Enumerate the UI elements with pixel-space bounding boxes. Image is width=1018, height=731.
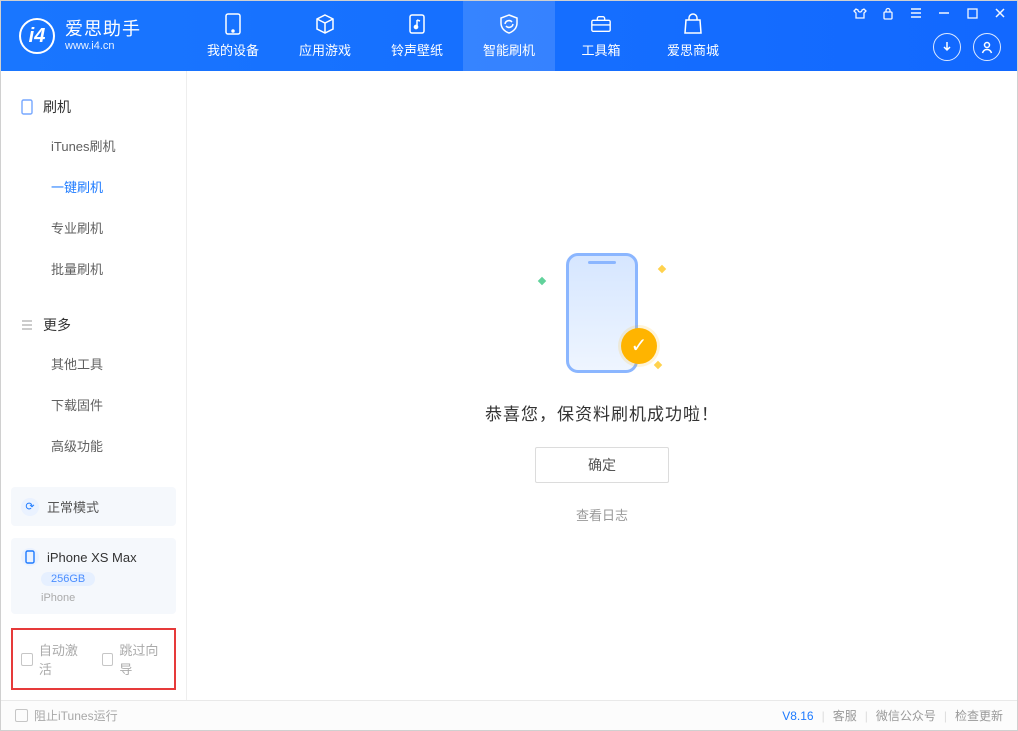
sidebar-item-oneclick-flash[interactable]: 一键刷机 [1,166,186,207]
device-name: iPhone XS Max [47,550,137,565]
top-nav: 我的设备 应用游戏 铃声壁纸 智能刷机 工具箱 爱思商城 [187,1,739,71]
wechat-link[interactable]: 微信公众号 [876,707,936,724]
option-auto-activate[interactable]: 自动激活 [21,640,86,678]
checkbox-icon[interactable] [15,709,28,722]
sidebar-item-itunes-flash[interactable]: iTunes刷机 [1,125,186,166]
nav-label: 我的设备 [207,40,259,59]
music-file-icon [406,13,428,35]
menu-icon[interactable] [905,3,927,23]
lock-icon[interactable] [877,3,899,23]
option-skip-guide[interactable]: 跳过向导 [102,640,167,678]
maximize-button[interactable] [961,3,983,23]
titlebar-right-actions [933,33,1001,61]
app-title: 爱思助手 [65,19,141,40]
phone-outline-icon [21,99,35,115]
minimize-button[interactable] [933,3,955,23]
sidebar: 刷机 iTunes刷机 一键刷机 专业刷机 批量刷机 更多 其他工具 下载固件 … [1,71,187,700]
nav-toolbox[interactable]: 工具箱 [555,1,647,71]
nav-label: 爱思商城 [667,40,719,59]
title-bar: i4 爱思助手 www.i4.cn 我的设备 应用游戏 铃声壁纸 智能刷机 工具… [1,1,1017,71]
download-button[interactable] [933,33,961,61]
view-log-link[interactable]: 查看日志 [576,505,628,524]
mode-icon: ⟳ [21,498,39,516]
sidebar-item-pro-flash[interactable]: 专业刷机 [1,207,186,248]
nav-my-device[interactable]: 我的设备 [187,1,279,71]
tshirt-icon[interactable] [849,3,871,23]
version-label: V8.16 [782,709,813,723]
device-capacity-badge: 256GB [41,572,95,586]
nav-label: 铃声壁纸 [391,40,443,59]
sidebar-item-batch-flash[interactable]: 批量刷机 [1,248,186,289]
nav-apps-games[interactable]: 应用游戏 [279,1,371,71]
check-update-link[interactable]: 检查更新 [955,707,1003,724]
app-subtitle: www.i4.cn [65,40,141,53]
main-content: ✓ 恭喜您，保资料刷机成功啦！ 确定 查看日志 [187,71,1017,700]
shield-refresh-icon [498,13,520,35]
user-account-button[interactable] [973,33,1001,61]
checkbox-icon[interactable] [21,653,33,666]
option-label: 跳过向导 [119,640,166,678]
confirm-button[interactable]: 确定 [535,447,669,483]
sidebar-item-download-firmware[interactable]: 下载固件 [1,384,186,425]
footer-bar: 阻止iTunes运行 V8.16 | 客服 | 微信公众号 | 检查更新 [1,700,1017,730]
nav-label: 应用游戏 [299,40,351,59]
cube-icon [314,13,336,35]
checkbox-icon[interactable] [102,653,114,666]
sidebar-section-flash[interactable]: 刷机 [1,89,186,125]
support-link[interactable]: 客服 [833,707,857,724]
list-icon [21,319,35,331]
flash-options-highlight: 自动激活 跳过向导 [11,628,176,690]
brand-block: i4 爱思助手 www.i4.cn [1,1,187,71]
app-logo-icon: i4 [19,18,55,54]
nav-label: 智能刷机 [483,40,535,59]
connected-device-card[interactable]: iPhone XS Max 256GB iPhone [11,538,176,614]
window-controls [849,3,1011,23]
sidebar-item-advanced[interactable]: 高级功能 [1,425,186,466]
toolbox-icon [590,13,612,35]
nav-smart-flash[interactable]: 智能刷机 [463,1,555,71]
nav-ringtones-wallpapers[interactable]: 铃声壁纸 [371,1,463,71]
block-itunes-label[interactable]: 阻止iTunes运行 [34,707,118,724]
close-button[interactable] [989,3,1011,23]
device-type: iPhone [41,592,75,604]
sidebar-section-title: 刷机 [43,97,71,117]
device-icon [222,13,244,35]
success-message: 恭喜您，保资料刷机成功啦！ [485,400,719,425]
nav-label: 工具箱 [581,40,620,59]
checkmark-badge-icon: ✓ [621,328,657,364]
bag-icon [682,13,704,35]
sidebar-section-title: 更多 [43,315,71,335]
nav-store[interactable]: 爱思商城 [647,1,739,71]
device-small-icon [21,548,39,566]
option-label: 自动激活 [39,640,86,678]
success-illustration: ✓ [537,248,667,378]
sidebar-section-more[interactable]: 更多 [1,307,186,343]
device-mode-status[interactable]: ⟳ 正常模式 [11,487,176,526]
sidebar-item-other-tools[interactable]: 其他工具 [1,343,186,384]
mode-label: 正常模式 [47,497,99,516]
